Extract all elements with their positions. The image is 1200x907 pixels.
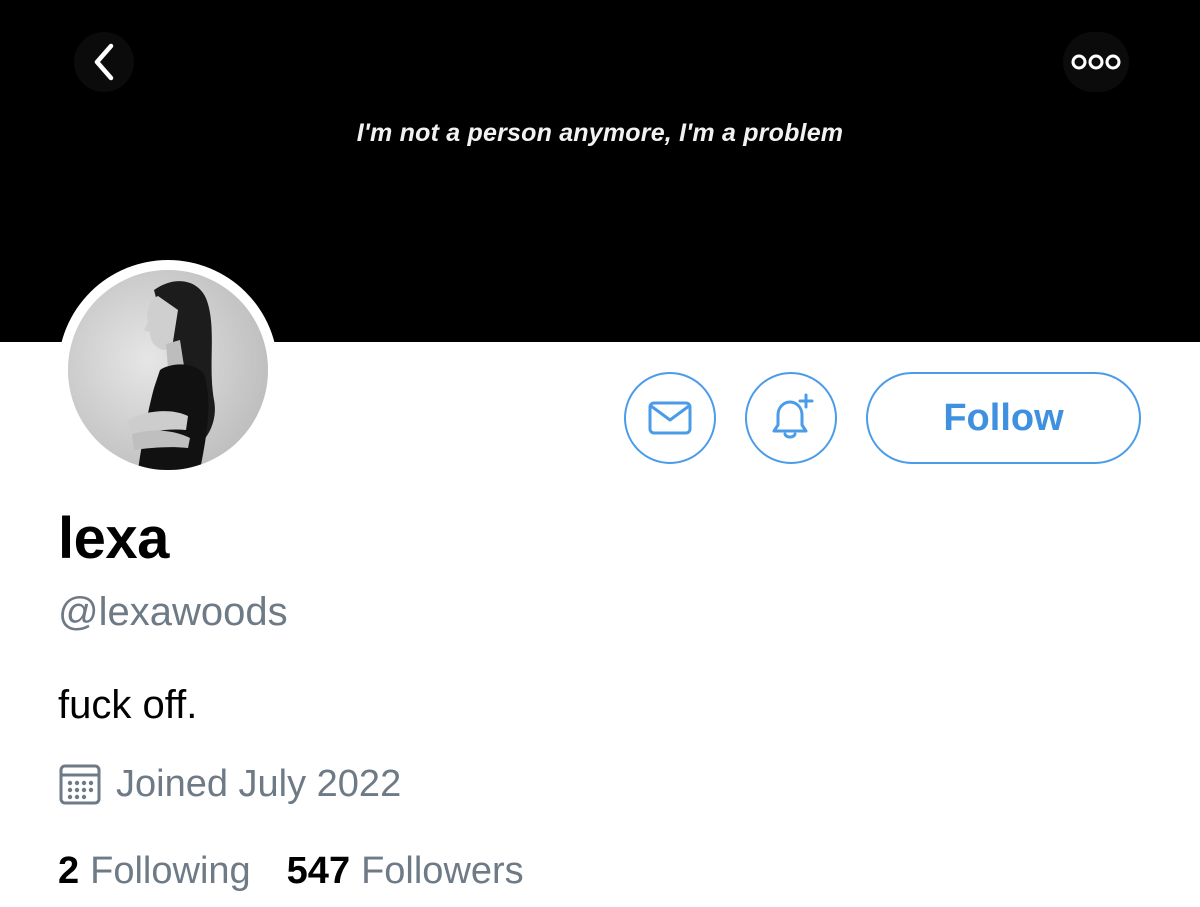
followers-label: Followers: [361, 850, 524, 892]
following-count: 2: [58, 850, 80, 892]
avatar[interactable]: [68, 270, 268, 470]
followers-count: 547: [286, 850, 351, 892]
bell-plus-icon: [772, 393, 814, 439]
calendar-icon: [59, 764, 101, 805]
user-handle: @lexawoods: [58, 590, 288, 634]
more-options-button[interactable]: [1063, 32, 1129, 92]
avatar-frame: [58, 260, 278, 480]
mail-icon: [648, 401, 692, 435]
joined-date: Joined July 2022: [116, 762, 402, 805]
followers-link[interactable]: 547 Followers: [287, 850, 524, 893]
follow-stats: 2 Following 547 Followers: [58, 850, 524, 893]
avatar-photo: [68, 270, 268, 470]
message-button[interactable]: [624, 372, 716, 464]
banner-caption: I'm not a person anymore, I'm a problem: [356, 119, 844, 147]
following-label: Following: [90, 850, 251, 892]
more-horizontal-icon: [1071, 54, 1121, 70]
back-button[interactable]: [74, 32, 134, 92]
follow-button[interactable]: Follow: [866, 372, 1141, 464]
chevron-left-icon: [94, 43, 114, 81]
display-name: lexa: [58, 506, 169, 571]
profile-bio: fuck off.: [58, 683, 198, 727]
joined-date-row: Joined July 2022: [58, 762, 401, 806]
notifications-button[interactable]: [745, 372, 837, 464]
following-link[interactable]: 2 Following: [58, 850, 251, 893]
